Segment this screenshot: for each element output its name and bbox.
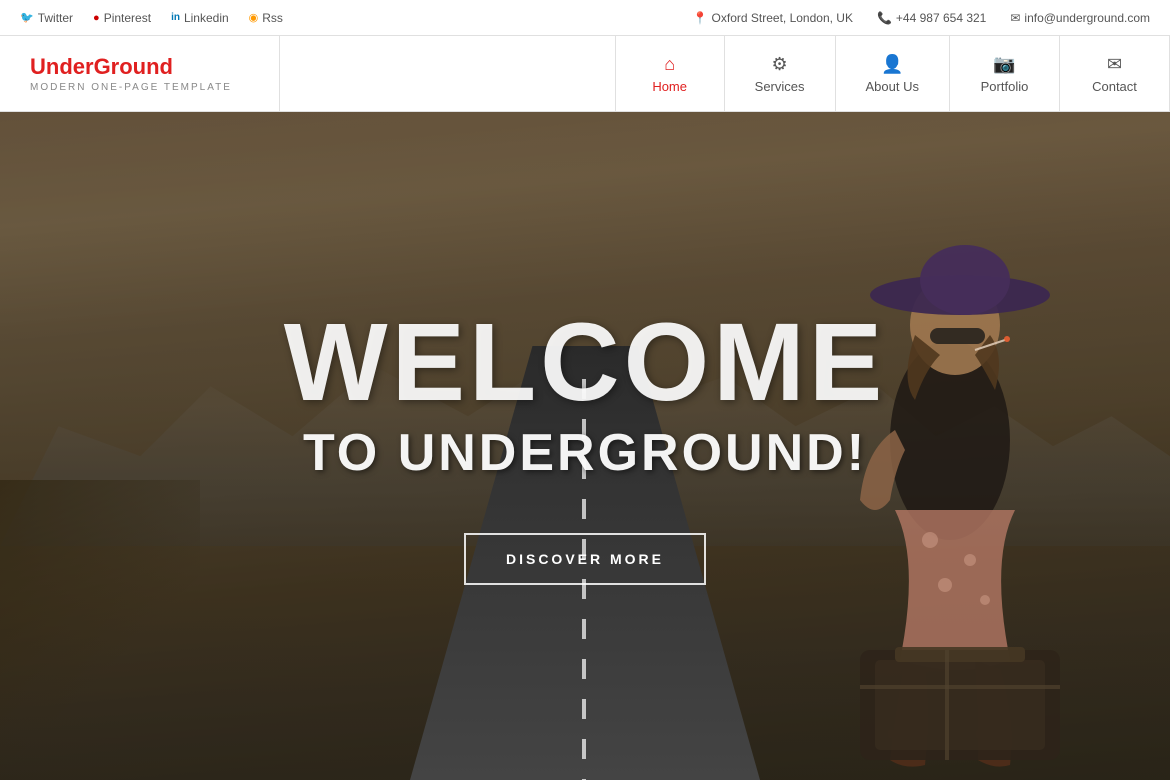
contact-info: 📍 Oxford Street, London, UK 📞 +44 987 65… [693, 11, 1150, 25]
twitter-link[interactable]: 🐦 Twitter [20, 11, 73, 25]
twitter-icon: 🐦 [20, 11, 34, 24]
portfolio-icon: 📷 [993, 54, 1015, 75]
nav-item-about[interactable]: 👤 About Us [836, 36, 950, 111]
logo-plain: Under [30, 54, 94, 79]
location-icon: 📍 [693, 11, 708, 25]
discover-more-button[interactable]: DISCOVER MORE [464, 533, 706, 585]
main-navigation: UnderGround MODERN ONE-PAGE TEMPLATE ⌂ H… [0, 36, 1170, 112]
logo-title: UnderGround [30, 54, 249, 80]
top-bar: 🐦 Twitter ● Pinterest in Linkedin ◉ Rss … [0, 0, 1170, 36]
rss-label: Rss [262, 11, 283, 25]
linkedin-link[interactable]: in Linkedin [171, 11, 229, 25]
nav-label-home: Home [652, 79, 687, 94]
pinterest-icon: ● [93, 12, 100, 24]
email-icon: ✉ [1010, 11, 1020, 25]
nav-label-portfolio: Portfolio [981, 79, 1029, 94]
phone-info: 📞 +44 987 654 321 [877, 11, 986, 25]
phone-icon: 📞 [877, 11, 892, 25]
contact-icon: ✉ [1107, 54, 1122, 75]
location-info: 📍 Oxford Street, London, UK [693, 11, 853, 25]
logo-accent: Ground [94, 54, 173, 79]
hero-person [720, 140, 1120, 780]
rss-icon: ◉ [249, 11, 259, 24]
logo: UnderGround MODERN ONE-PAGE TEMPLATE [0, 36, 280, 111]
nav-items: ⌂ Home ⚙ Services 👤 About Us 📷 Portfolio… [280, 36, 1170, 111]
linkedin-label: Linkedin [184, 11, 229, 25]
linkedin-icon: in [171, 12, 180, 23]
hero-section: WELCOME TO UNDERGROUND! DISCOVER MORE [0, 112, 1170, 780]
nav-item-contact[interactable]: ✉ Contact [1060, 36, 1170, 111]
social-links: 🐦 Twitter ● Pinterest in Linkedin ◉ Rss [20, 11, 283, 25]
nav-label-contact: Contact [1092, 79, 1137, 94]
twitter-label: Twitter [38, 11, 73, 25]
nav-label-services: Services [755, 79, 805, 94]
nav-label-about: About Us [866, 79, 919, 94]
left-vegetation [0, 480, 200, 780]
nav-item-home[interactable]: ⌂ Home [615, 36, 725, 111]
person-silhouette [720, 140, 1120, 780]
about-icon: 👤 [881, 54, 903, 75]
home-icon: ⌂ [664, 54, 675, 75]
pinterest-link[interactable]: ● Pinterest [93, 11, 151, 25]
nav-item-services[interactable]: ⚙ Services [725, 36, 836, 111]
email-info: ✉ info@underground.com [1010, 11, 1150, 25]
services-icon: ⚙ [772, 54, 788, 75]
nav-item-portfolio[interactable]: 📷 Portfolio [950, 36, 1060, 111]
rss-link[interactable]: ◉ Rss [249, 11, 283, 25]
pinterest-label: Pinterest [104, 11, 151, 25]
logo-subtitle: MODERN ONE-PAGE TEMPLATE [30, 82, 249, 93]
